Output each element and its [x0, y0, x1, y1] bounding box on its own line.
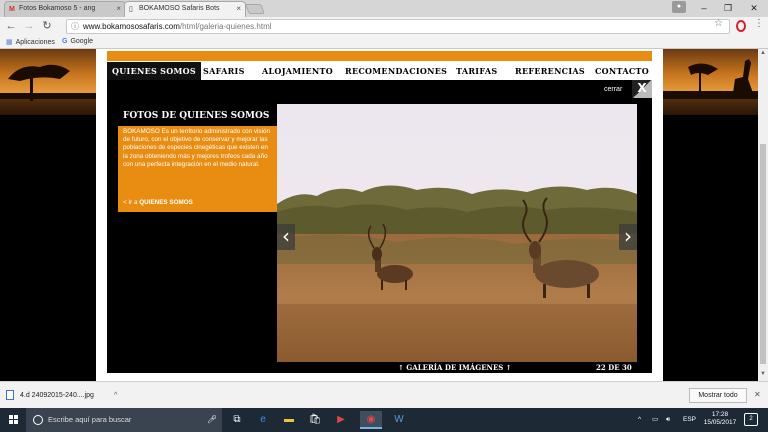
- link-quienes-somos[interactable]: < Ir a QUIENES SOMOS: [123, 199, 193, 206]
- volume-icon[interactable]: 🔊︎: [666, 408, 670, 432]
- link-prefix: < Ir a: [123, 199, 138, 206]
- scroll-up-icon[interactable]: ▲: [758, 50, 768, 56]
- tab-bokamoso[interactable]: ▯ BOKAMOSO Safaris Bots ×: [124, 1, 246, 17]
- apps-grid-icon: ▦: [6, 39, 13, 46]
- show-all-button[interactable]: Mostrar todo: [689, 388, 747, 403]
- tree-silhouette: [0, 64, 96, 101]
- close-label[interactable]: cerrar: [604, 86, 622, 93]
- browser-toolbar: ← → ↻ ⓘ www.bokamososafaris.com/html/gal…: [0, 17, 768, 36]
- downloads-bar: 4.d 24092015-240....jpg ^ Mostrar todo ✕: [0, 381, 768, 408]
- bookmark-label: Aplicaciones: [15, 39, 55, 46]
- tray-chevron-icon[interactable]: ^: [638, 408, 641, 432]
- menu-item-quienes-somos[interactable]: QUIENES SOMOS: [107, 62, 202, 80]
- info-icon[interactable]: ⓘ: [71, 20, 79, 33]
- close-gallery-button[interactable]: X: [632, 80, 652, 98]
- cortana-icon: [33, 415, 43, 425]
- language-indicator[interactable]: ESP: [683, 408, 696, 432]
- maximize-icon[interactable]: ❐: [714, 0, 742, 17]
- start-button[interactable]: [0, 408, 26, 432]
- info-description: BOKAMOSO Es un territorio administrado c…: [123, 128, 270, 168]
- forward-icon[interactable]: →: [22, 19, 36, 33]
- tab-label: BOKAMOSO Safaris Bots: [139, 5, 220, 12]
- google-g-icon: G: [62, 38, 68, 45]
- bookmark-star-icon[interactable]: ☆: [714, 18, 723, 29]
- browser-tab-bar: M Fotos Bokamoso 5 - ang × ▯ BOKAMOSO Sa…: [0, 0, 768, 17]
- image-file-icon: [6, 390, 14, 401]
- file-explorer-icon[interactable]: ▬: [278, 411, 300, 429]
- scrollbar-thumb[interactable]: [760, 144, 766, 364]
- url-host: www.bokamososafaris.com: [83, 22, 180, 31]
- user-profile-icon[interactable]: ●: [672, 1, 686, 13]
- menu-item-alojamiento[interactable]: ALOJAMIENTO: [262, 62, 333, 80]
- bookmarks-bar: ▦ Aplicaciones G Google: [0, 36, 768, 49]
- site-nav-menu: QUIENES SOMOS SAFARIS ALOJAMIENTO RECOME…: [107, 62, 652, 80]
- page-icon: ▯: [129, 6, 133, 13]
- close-window-icon[interactable]: ✕: [740, 0, 768, 17]
- photo-counter: 22 DE 30: [596, 363, 632, 372]
- background-landscape-right: [663, 49, 768, 381]
- chevron-up-icon[interactable]: ^: [114, 388, 117, 404]
- menu-item-tarifas[interactable]: TARIFAS: [456, 62, 497, 80]
- notifications-icon[interactable]: 2: [744, 413, 758, 426]
- menu-item-safaris[interactable]: SAFARIS: [203, 62, 245, 80]
- address-bar[interactable]: ⓘ www.bokamososafaris.com/html/galeria-q…: [66, 19, 730, 34]
- chrome-icon[interactable]: ◉: [360, 411, 382, 429]
- network-icon[interactable]: ▭: [652, 408, 658, 432]
- media-player-icon[interactable]: ▶: [330, 411, 352, 429]
- close-tab-icon[interactable]: ×: [116, 4, 121, 13]
- url-path: /html/galeria-quienes.html: [179, 22, 272, 31]
- menu-item-referencias[interactable]: REFERENCIAS: [515, 62, 585, 80]
- word-icon[interactable]: W: [388, 411, 410, 429]
- reload-icon[interactable]: ↻: [40, 19, 54, 33]
- clock-date: 15/05/2017: [703, 419, 737, 426]
- background-landscape-left: [0, 49, 96, 381]
- windows-taskbar: Escribe aquí para buscar 🎤︎ ⧉ e ▬ 🛍︎ ▶ ◉…: [0, 408, 768, 432]
- prev-photo-button[interactable]: ‹: [277, 224, 295, 250]
- edge-icon[interactable]: e: [252, 411, 274, 429]
- giraffe-silhouette: [663, 59, 768, 99]
- bookmark-google[interactable]: G Google: [62, 38, 93, 45]
- menu-item-contacto[interactable]: CONTACTO: [595, 62, 649, 80]
- windows-logo-icon: [9, 415, 18, 424]
- download-filename: 4.d 24092015-240....jpg: [20, 392, 94, 399]
- info-title: FOTOS DE QUIENES SOMOS: [123, 111, 270, 121]
- next-photo-button[interactable]: ›: [619, 224, 637, 250]
- task-view-icon[interactable]: ⧉: [226, 411, 248, 429]
- new-tab-button[interactable]: [245, 4, 265, 14]
- link-target: QUIENES SOMOS: [139, 199, 193, 206]
- header-accent-bar: [107, 51, 652, 61]
- gallery-images-link[interactable]: ↑ GALERÍA DE IMÁGENES ↑: [398, 362, 512, 373]
- menu-kebab-icon[interactable]: ⋮: [754, 18, 764, 29]
- store-icon[interactable]: 🛍︎: [304, 411, 326, 429]
- microphone-icon[interactable]: 🎤︎: [207, 415, 217, 424]
- opera-extension-icon[interactable]: [736, 20, 746, 32]
- close-tab-icon[interactable]: ×: [236, 4, 241, 13]
- download-item[interactable]: 4.d 24092015-240....jpg: [6, 388, 126, 404]
- menu-item-recomendaciones[interactable]: RECOMENDACIONES: [345, 62, 447, 80]
- bookmark-label: Google: [70, 38, 94, 45]
- clock[interactable]: 17:28 15/05/2017: [700, 411, 740, 427]
- scroll-down-icon[interactable]: ▼: [758, 371, 768, 377]
- clock-time: 17:28: [711, 411, 729, 418]
- gmail-icon: M: [9, 6, 15, 13]
- taskbar-search[interactable]: Escribe aquí para buscar: [26, 408, 222, 432]
- tab-label: Fotos Bokamoso 5 - ang: [19, 5, 96, 12]
- close-downloads-icon[interactable]: ✕: [754, 390, 761, 399]
- tab-gmail[interactable]: M Fotos Bokamoso 5 - ang ×: [4, 1, 126, 17]
- back-icon[interactable]: ←: [4, 19, 18, 33]
- gallery-photo: [277, 104, 637, 362]
- search-placeholder: Escribe aquí para buscar: [48, 415, 132, 424]
- bookmark-apps[interactable]: ▦ Aplicaciones: [6, 38, 55, 46]
- kudu-photo: [277, 104, 637, 362]
